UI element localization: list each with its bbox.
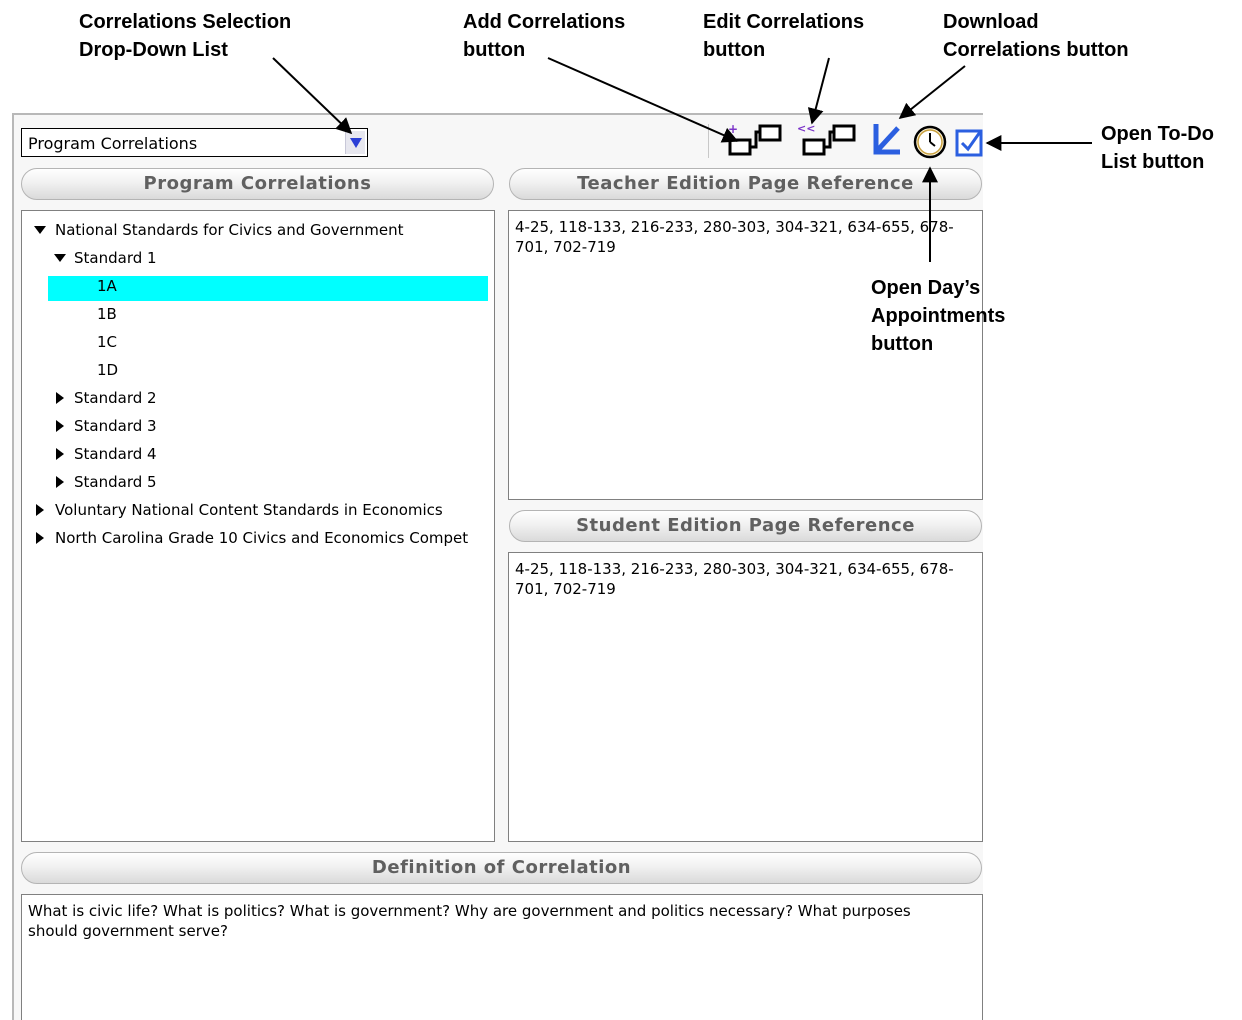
triangle-right-icon[interactable] (54, 386, 68, 410)
callout-todo-label: Open To-Do List button (1101, 123, 1214, 173)
toolbar-separator (708, 124, 709, 158)
edit-correlations-icon: << (797, 122, 856, 156)
open-todo-button[interactable] (954, 126, 984, 158)
tree-row-label: 1A (97, 277, 117, 295)
tree-row[interactable]: Standard 4 (22, 442, 492, 466)
svg-text:<<: << (797, 122, 815, 135)
add-correlations-icon: + (728, 122, 782, 156)
correlations-tree-panel[interactable]: National Standards for Civics and Govern… (21, 210, 495, 842)
tree-row[interactable]: 1D (22, 358, 492, 382)
correlations-select[interactable]: Program Correlations (21, 128, 368, 157)
definition-panel: What is civic life? What is politics? Wh… (21, 894, 983, 1020)
tree-row-label: Standard 4 (74, 445, 157, 463)
tree-row-label: Voluntary National Content Standards in … (55, 501, 443, 519)
tree-row[interactable]: 1C (22, 330, 492, 354)
correlations-select-value: Program Correlations (28, 134, 198, 153)
tree-row-label: 1C (97, 333, 118, 351)
tree-row-label: 1D (97, 361, 119, 379)
tree-row[interactable]: 1B (22, 302, 492, 326)
clock-icon (913, 125, 947, 159)
student-reference-text: 4-25, 118-133, 216-233, 280-303, 304-321… (515, 560, 954, 598)
arrow-download (898, 65, 966, 119)
add-correlations-button[interactable]: + (724, 122, 784, 158)
tree-row-label: National Standards for Civics and Govern… (55, 221, 404, 239)
dropdown-button[interactable] (345, 131, 365, 154)
triangle-right-icon[interactable] (54, 414, 68, 438)
edit-correlations-button[interactable]: << (794, 120, 856, 158)
definition-header: Definition of Correlation (21, 852, 982, 884)
teacher-reference-text: 4-25, 118-133, 216-233, 280-303, 304-321… (515, 218, 954, 256)
program-correlations-header: Program Correlations (21, 168, 494, 200)
student-reference-header: Student Edition Page Reference (509, 510, 982, 542)
triangle-right-icon[interactable] (54, 442, 68, 466)
tree-row[interactable]: Standard 2 (22, 386, 492, 410)
tree-row[interactable]: Standard 5 (22, 470, 492, 494)
todo-checkbox-icon (955, 129, 983, 157)
tree-row[interactable]: Standard 3 (22, 414, 492, 438)
tree-row-label: 1B (97, 305, 117, 323)
triangle-right-icon[interactable] (34, 498, 48, 522)
svg-text:+: + (728, 122, 738, 136)
teacher-reference-header: Teacher Edition Page Reference (509, 168, 982, 200)
tree-row[interactable]: National Standards for Civics and Govern… (22, 218, 492, 242)
tree-row[interactable]: Standard 1 (22, 246, 492, 270)
callout-appointments-label: Open Day’s Appointments button (871, 277, 1006, 355)
tree-row-label: Standard 3 (74, 417, 157, 435)
student-reference-panel: 4-25, 118-133, 216-233, 280-303, 304-321… (508, 552, 983, 842)
triangle-down-icon[interactable] (34, 218, 48, 242)
open-appointments-button[interactable] (912, 124, 948, 160)
tree-row-label: North Carolina Grade 10 Civics and Econo… (55, 529, 469, 547)
download-correlations-button[interactable] (872, 122, 902, 156)
tree-row[interactable]: North Carolina Grade 10 Civics and Econo… (22, 526, 492, 550)
chevron-down-icon (350, 138, 362, 148)
window-top-border (12, 113, 983, 115)
tree-row-label: Standard 1 (74, 249, 157, 267)
triangle-right-icon[interactable] (54, 470, 68, 494)
download-arrow-icon (873, 124, 900, 155)
tree-row-label: Standard 2 (74, 389, 157, 407)
tree-row[interactable]: 1A (22, 274, 492, 298)
triangle-down-icon[interactable] (54, 246, 68, 270)
callout-download-label: Download Correlations button (943, 11, 1129, 61)
callout-dropdown-label: Correlations Selection Drop-Down List (79, 11, 292, 61)
definition-text: What is civic life? What is politics? Wh… (28, 902, 911, 940)
tree-row[interactable]: Voluntary National Content Standards in … (22, 498, 492, 522)
triangle-right-icon[interactable] (34, 526, 48, 550)
window-left-border (12, 113, 14, 1020)
callout-add-label: Add Correlations button (463, 11, 626, 61)
callout-edit-label: Edit Correlations button (703, 11, 865, 61)
tree-row-label: Standard 5 (74, 473, 157, 491)
